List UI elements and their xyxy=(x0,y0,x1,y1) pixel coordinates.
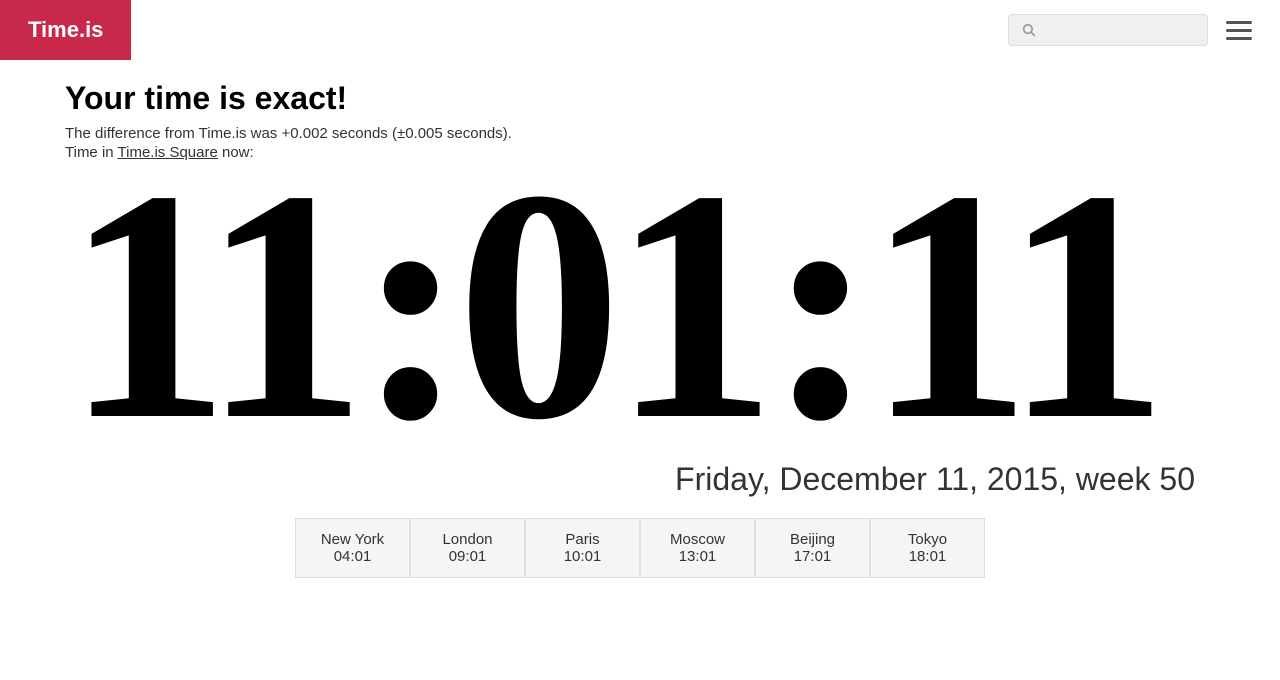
city-card[interactable]: New York04:01 xyxy=(295,518,410,578)
world-clocks: New York04:01London09:01Paris10:01Moscow… xyxy=(65,518,1215,578)
city-time: 13:01 xyxy=(661,548,734,565)
city-name: Paris xyxy=(546,531,619,548)
city-name: New York xyxy=(316,531,389,548)
header: Time.is xyxy=(0,0,1280,60)
hamburger-menu-button[interactable] xyxy=(1218,13,1260,48)
city-name: London xyxy=(431,531,504,548)
main-content: Your time is exact! The difference from … xyxy=(0,60,1280,578)
city-name: Beijing xyxy=(776,531,849,548)
city-name: Tokyo xyxy=(891,531,964,548)
city-time: 18:01 xyxy=(891,548,964,565)
city-time: 09:01 xyxy=(431,548,504,565)
exact-title: Your time is exact! xyxy=(65,80,1215,117)
clock-display: 11:01:11 xyxy=(65,141,1215,471)
city-time: 04:01 xyxy=(316,548,389,565)
hamburger-line-3 xyxy=(1226,37,1252,40)
city-time: 17:01 xyxy=(776,548,849,565)
city-card[interactable]: Tokyo18:01 xyxy=(870,518,985,578)
search-box xyxy=(1008,14,1208,46)
city-name: Moscow xyxy=(661,531,734,548)
hamburger-line-2 xyxy=(1226,29,1252,32)
hamburger-line-1 xyxy=(1226,21,1252,24)
city-card[interactable]: Paris10:01 xyxy=(525,518,640,578)
city-card[interactable]: Beijing17:01 xyxy=(755,518,870,578)
search-input[interactable] xyxy=(1043,22,1195,38)
city-card[interactable]: Moscow13:01 xyxy=(640,518,755,578)
header-right xyxy=(1008,13,1280,48)
search-icon xyxy=(1021,21,1037,39)
city-card[interactable]: London09:01 xyxy=(410,518,525,578)
city-time: 10:01 xyxy=(546,548,619,565)
logo[interactable]: Time.is xyxy=(0,0,131,60)
